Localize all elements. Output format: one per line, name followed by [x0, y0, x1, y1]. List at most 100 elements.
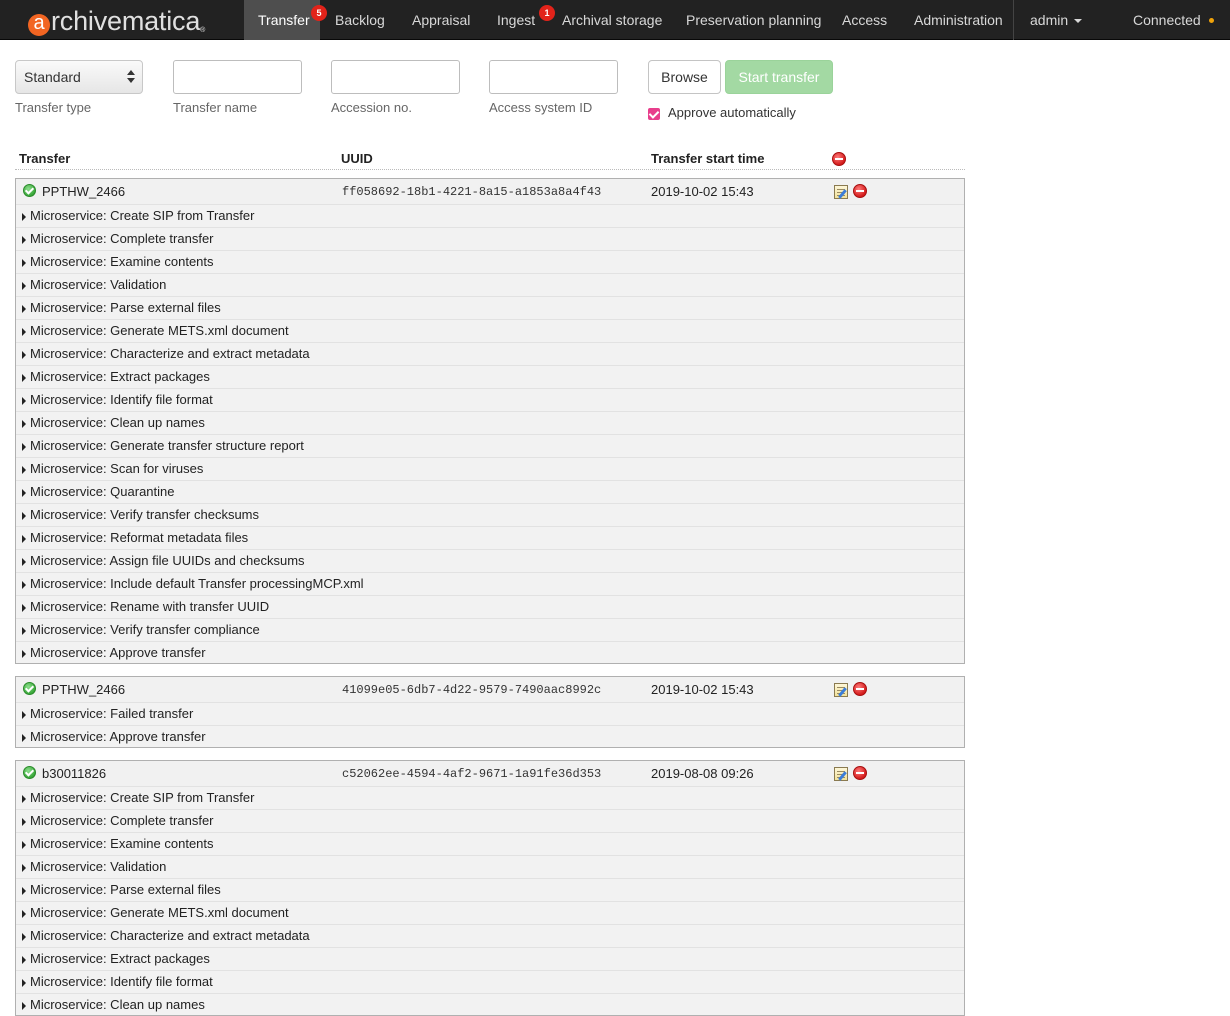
microservice-label: Microservice: Characterize and extract m… [30, 928, 310, 943]
transfer-row[interactable]: PPTHW_2466 ff058692-18b1-4221-8a15-a1853a… [16, 179, 964, 204]
microservice-row[interactable]: Microservice: Validation [16, 855, 964, 878]
user-menu[interactable]: admin [1030, 0, 1083, 40]
microservice-row[interactable]: Microservice: Generate METS.xml document [16, 901, 964, 924]
microservice-row[interactable]: Microservice: Extract packages [16, 365, 964, 388]
microservice-label: Microservice: Reformat metadata files [30, 530, 249, 545]
microservice-label: Microservice: Rename with transfer UUID [30, 599, 270, 614]
nav-preservation-planning[interactable]: Preservation planning [686, 0, 821, 40]
expand-triangle-icon [22, 535, 26, 543]
expand-triangle-icon [22, 734, 26, 742]
header-divider [15, 169, 965, 170]
edit-metadata-icon[interactable] [834, 767, 848, 781]
access-system-id-input[interactable] [489, 60, 618, 94]
microservice-row[interactable]: Microservice: Failed transfer [16, 702, 964, 725]
microservice-row[interactable]: Microservice: Generate transfer structur… [16, 434, 964, 457]
microservice-row[interactable]: Microservice: Identify file format [16, 970, 964, 993]
connection-status-label: Connected [1133, 12, 1201, 28]
microservice-row[interactable]: Microservice: Rename with transfer UUID [16, 595, 964, 618]
transfer-group: PPTHW_2466 41099e05-6db7-4d22-9579-7490aa… [15, 676, 965, 748]
microservice-row[interactable]: Microservice: Extract packages [16, 947, 964, 970]
nav-ingest[interactable]: Ingest [497, 0, 535, 40]
expand-triangle-icon [22, 466, 26, 474]
microservice-row[interactable]: Microservice: Complete transfer [16, 809, 964, 832]
nav-appraisal[interactable]: Appraisal [412, 0, 470, 40]
transfer-row[interactable]: b30011826 c52062ee-4594-4af2-9671-1a91fe3… [16, 761, 964, 786]
microservice-row[interactable]: Microservice: Generate METS.xml document [16, 319, 964, 342]
microservice-row[interactable]: Microservice: Validation [16, 273, 964, 296]
microservice-row[interactable]: Microservice: Scan for viruses [16, 457, 964, 480]
nav-administration[interactable]: Administration [914, 0, 1003, 40]
microservice-row[interactable]: Microservice: Parse external files [16, 878, 964, 901]
expand-triangle-icon [22, 910, 26, 918]
expand-triangle-icon [22, 650, 26, 658]
expand-triangle-icon [22, 841, 26, 849]
nav-access[interactable]: Access [842, 0, 887, 40]
microservice-row[interactable]: Microservice: Identify file format [16, 388, 964, 411]
expand-triangle-icon [22, 581, 26, 589]
connection-status: Connected [1133, 0, 1214, 40]
microservice-row[interactable]: Microservice: Examine contents [16, 250, 964, 273]
microservice-row[interactable]: Microservice: Clean up names [16, 411, 964, 434]
transfer-uuid: ff058692-18b1-4221-8a15-a1853a8a4f43 [342, 185, 602, 199]
microservice-row[interactable]: Microservice: Verify transfer checksums [16, 503, 964, 526]
remove-transfer-icon[interactable] [853, 682, 867, 696]
microservice-row[interactable]: Microservice: Clean up names [16, 993, 964, 1015]
microservice-row[interactable]: Microservice: Characterize and extract m… [16, 342, 964, 365]
expand-triangle-icon [22, 558, 26, 566]
microservice-label: Microservice: Examine contents [30, 836, 214, 851]
microservice-row[interactable]: Microservice: Parse external files [16, 296, 964, 319]
transfer-name: PPTHW_2466 [42, 184, 126, 199]
transfer-name-input[interactable] [173, 60, 302, 94]
expand-triangle-icon [22, 443, 26, 451]
microservice-label: Microservice: Validation [30, 859, 167, 874]
column-header-uuid: UUID [341, 151, 373, 166]
microservice-row[interactable]: Microservice: Approve transfer [16, 725, 964, 747]
nav-backlog[interactable]: Backlog [335, 0, 385, 40]
microservice-label: Microservice: Include default Transfer p… [30, 576, 364, 591]
edit-metadata-icon[interactable] [834, 185, 848, 199]
approve-automatically-checkbox[interactable] [648, 108, 660, 120]
status-complete-icon [23, 766, 36, 779]
microservice-label: Microservice: Identify file format [30, 392, 213, 407]
microservice-row[interactable]: Microservice: Reformat metadata files [16, 526, 964, 549]
accession-no-input[interactable] [331, 60, 460, 94]
microservice-label: Microservice: Verify transfer compliance [30, 622, 260, 637]
nav-ingest-label: Ingest [497, 12, 536, 28]
expand-triangle-icon [22, 627, 26, 635]
microservice-row[interactable]: Microservice: Assign file UUIDs and chec… [16, 549, 964, 572]
transfer-type-select[interactable]: Standard [15, 60, 143, 94]
microservice-label: Microservice: Generate transfer structur… [30, 438, 304, 453]
expand-triangle-icon [22, 956, 26, 964]
expand-triangle-icon [22, 887, 26, 895]
microservice-label: Microservice: Quarantine [30, 484, 175, 499]
microservice-row[interactable]: Microservice: Create SIP from Transfer [16, 204, 964, 227]
microservice-row[interactable]: Microservice: Include default Transfer p… [16, 572, 964, 595]
edit-metadata-icon[interactable] [834, 683, 848, 697]
remove-transfer-icon[interactable] [853, 766, 867, 780]
approve-automatically-label: Approve automatically [668, 105, 796, 120]
nav-transfer[interactable]: Transfer [244, 0, 320, 40]
microservice-row[interactable]: Microservice: Complete transfer [16, 227, 964, 250]
microservice-row[interactable]: Microservice: Verify transfer compliance [16, 618, 964, 641]
microservice-label: Microservice: Characterize and extract m… [30, 346, 310, 361]
nav-appraisal-label: Appraisal [412, 12, 471, 28]
microservice-label: Microservice: Failed transfer [30, 706, 194, 721]
remove-all-icon[interactable] [832, 152, 846, 166]
microservice-label: Microservice: Extract packages [30, 369, 210, 384]
brand-logo[interactable]: a rchivematica® [28, 2, 205, 40]
microservice-row[interactable]: Microservice: Characterize and extract m… [16, 924, 964, 947]
start-transfer-button[interactable]: Start transfer [725, 60, 833, 94]
nav-archival-storage[interactable]: Archival storage [562, 0, 662, 40]
expand-triangle-icon [22, 236, 26, 244]
expand-triangle-icon [22, 711, 26, 719]
remove-transfer-icon[interactable] [853, 184, 867, 198]
nav-transfer-badge: 5 [311, 5, 327, 21]
microservice-row[interactable]: Microservice: Quarantine [16, 480, 964, 503]
microservice-row[interactable]: Microservice: Examine contents [16, 832, 964, 855]
microservice-row[interactable]: Microservice: Approve transfer [16, 641, 964, 663]
transfer-row[interactable]: PPTHW_2466 41099e05-6db7-4d22-9579-7490aa… [16, 677, 964, 702]
nav-divider [1013, 0, 1014, 40]
expand-triangle-icon [22, 604, 26, 612]
browse-button[interactable]: Browse [648, 60, 721, 94]
microservice-row[interactable]: Microservice: Create SIP from Transfer [16, 786, 964, 809]
